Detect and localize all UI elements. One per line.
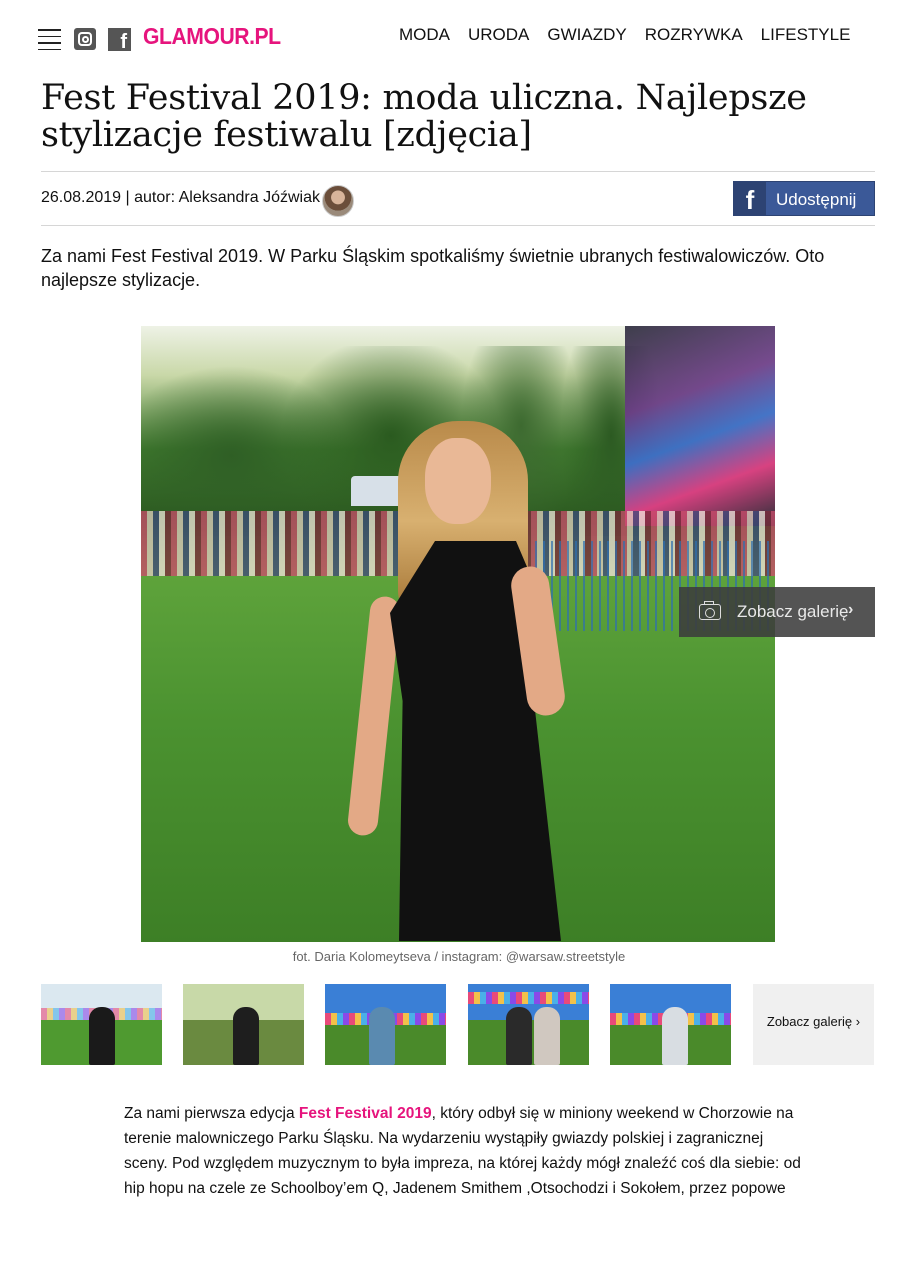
instagram-icon[interactable] — [74, 28, 96, 50]
thumbnails-more-label: Zobacz galerię › — [766, 1014, 861, 1029]
photo-caption: fot. Daria Kolomeytseva / instagram: @wa… — [292, 949, 626, 964]
thumbnails-more-button[interactable]: Zobacz galerię › — [753, 984, 874, 1065]
gallery-thumbnail[interactable] — [325, 984, 446, 1065]
thumb-person — [662, 1007, 688, 1065]
nav-item-uroda[interactable]: URODA — [468, 25, 529, 45]
gallery-thumbnail[interactable] — [41, 984, 162, 1065]
chevron-right-icon: › — [848, 601, 854, 618]
nav-item-moda[interactable]: MODA — [399, 25, 450, 45]
site-logo[interactable]: GLAMOUR.PL — [143, 23, 281, 50]
body-text: Za nami pierwsza edycja — [124, 1105, 299, 1122]
gallery-thumbnail[interactable] — [468, 984, 589, 1065]
site-header: f GLAMOUR.PL MODA URODA GWIAZDY ROZRYWKA… — [0, 0, 918, 72]
fest-festival-link[interactable]: Fest Festival 2019 — [299, 1105, 432, 1122]
nav-item-rozrywka[interactable]: ROZRYWKA — [645, 25, 743, 45]
main-nav: MODA URODA GWIAZDY ROZRYWKA LIFESTYLE — [399, 25, 850, 45]
author-avatar[interactable] — [322, 185, 354, 217]
menu-icon[interactable] — [38, 29, 61, 50]
nav-item-lifestyle[interactable]: LIFESTYLE — [761, 25, 851, 45]
gallery-thumbnail[interactable] — [183, 984, 304, 1065]
share-button[interactable]: f Udostępnij — [733, 181, 875, 216]
divider — [41, 171, 875, 172]
photo-stage — [625, 326, 775, 526]
thumb-person — [506, 1007, 532, 1065]
facebook-icon: f — [734, 182, 766, 215]
article-body: Za nami pierwsza edycja Fest Festival 20… — [124, 1101, 804, 1201]
thumb-person — [534, 1007, 560, 1065]
article-meta: 26.08.2019 | autor: Aleksandra Jóźwiak — [41, 189, 320, 206]
camera-icon — [699, 601, 721, 620]
thumb-person — [369, 1007, 395, 1065]
thumb-flags — [468, 992, 589, 1005]
divider — [41, 225, 875, 226]
gallery-thumbnail[interactable] — [610, 984, 731, 1065]
nav-item-gwiazdy[interactable]: GWIAZDY — [547, 25, 626, 45]
article-lead: Za nami Fest Festival 2019. W Parku Śląs… — [41, 246, 825, 290]
share-label: Udostępnij — [776, 190, 857, 209]
thumb-person — [89, 1007, 115, 1065]
gallery-button-label: Zobacz galerię — [737, 602, 849, 621]
photo-person-face — [425, 438, 491, 524]
thumb-person — [233, 1007, 259, 1065]
article-title: Fest Festival 2019: moda uliczna. Najlep… — [41, 78, 807, 155]
gallery-button[interactable]: Zobacz galerię › — [679, 587, 875, 637]
facebook-icon[interactable]: f — [108, 28, 131, 51]
